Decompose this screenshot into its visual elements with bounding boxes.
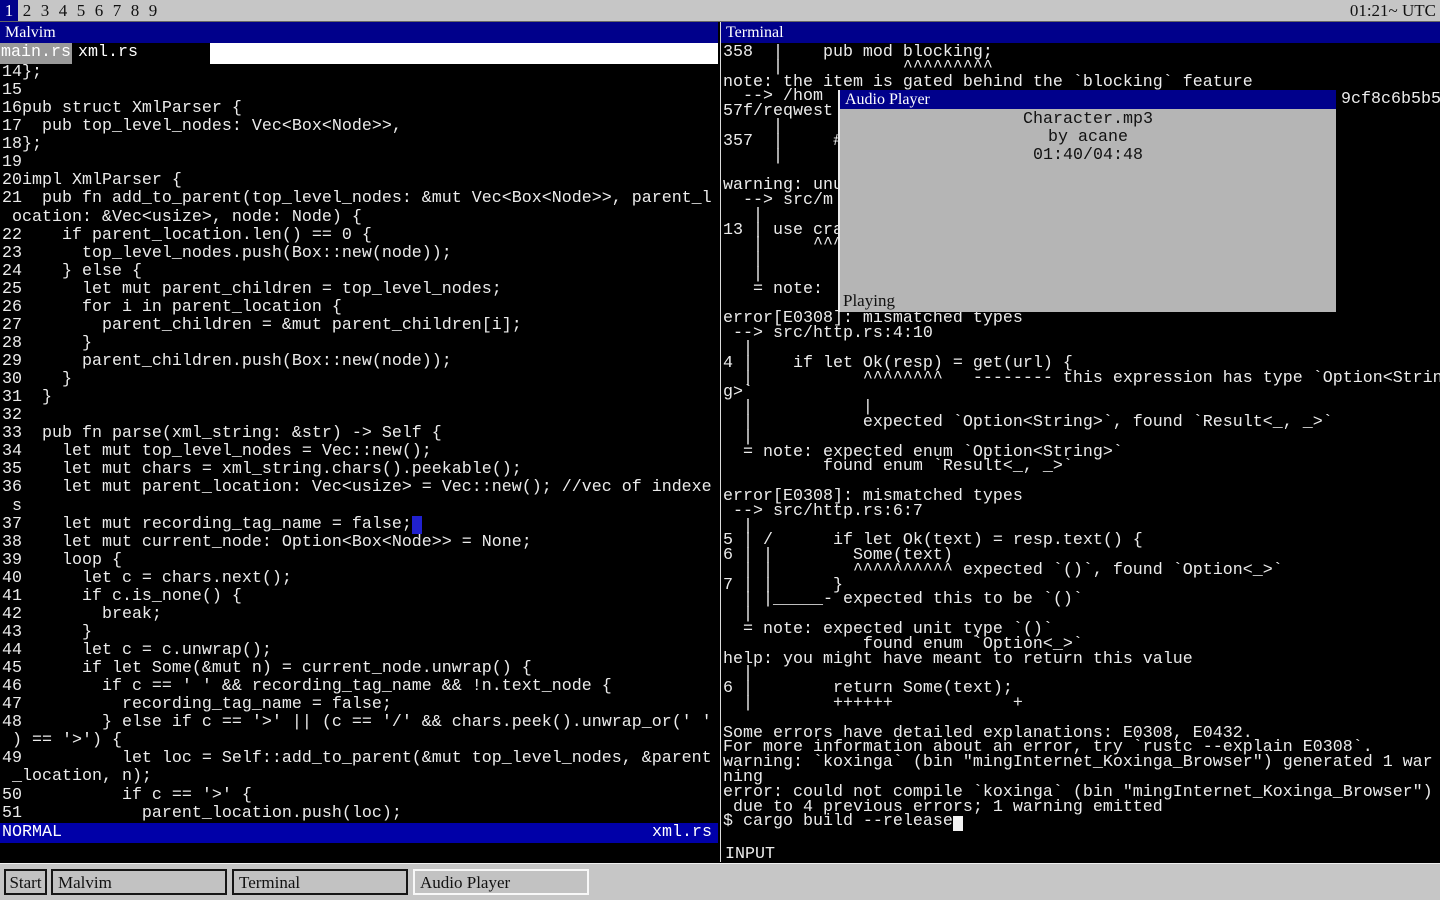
audio-player-titlebar[interactable]: Audio Player [840,90,1336,109]
track-title: Character.mp3 [840,111,1336,129]
taskbar-button-audio-player[interactable]: Audio Player [413,869,589,895]
workspace-5[interactable]: 5 [72,0,90,21]
track-time: 01:40/04:48 [840,147,1336,165]
editor-cursor [412,516,422,534]
audio-player-body: Character.mp3 by acane 01:40/04:48 Playi… [840,109,1336,312]
workspace-1[interactable]: 1 [0,0,18,21]
terminal-status: INPUT [725,845,775,864]
workspace-4[interactable]: 4 [54,0,72,21]
path-hash-fragment: 9cf8c6b5b5 [1341,90,1440,109]
clock: 01:21~ UTC [1350,0,1436,21]
terminal-cursor [953,816,963,831]
malvim-titlebar[interactable]: Malvim [0,22,718,43]
workspace-6[interactable]: 6 [90,0,108,21]
desktop: 123456789 01:21~ UTC Malvim main.rsxml.r… [0,0,1440,900]
editor-buffer[interactable]: 14}; 15 16pub struct XmlParser { 17 pub … [2,64,712,823]
audio-player-window: Audio Player Character.mp3 by acane 01:4… [838,90,1336,312]
taskbar-button-terminal[interactable]: Terminal [232,869,408,895]
task-button-list: MalvimTerminalAudio Player [51,869,594,895]
vim-filename: xml.rs [652,823,712,843]
tab-main.rs[interactable]: main.rs [0,43,72,64]
workspace-3[interactable]: 3 [36,0,54,21]
vim-cmdline [0,843,718,862]
workspace-2[interactable]: 2 [18,0,36,21]
playback-status: Playing [843,291,895,311]
workspace-7[interactable]: 7 [108,0,126,21]
tab-list: main.rsxml.rs [0,43,210,64]
taskbar-button-malvim[interactable]: Malvim [51,869,227,895]
tab-xml.rs[interactable]: xml.rs [77,43,139,64]
track-info: Character.mp3 by acane 01:40/04:48 [840,111,1336,165]
workspace-bar: 123456789 01:21~ UTC [0,0,1440,22]
track-artist: by acane [840,129,1336,147]
terminal-titlebar[interactable]: Terminal [721,22,1440,43]
workspace-8[interactable]: 8 [126,0,144,21]
taskbar: Start MalvimTerminalAudio Player [0,863,1440,900]
workspace-list: 123456789 [0,0,162,21]
start-button[interactable]: Start [4,869,47,895]
workspace-9[interactable]: 9 [144,0,162,21]
vim-mode: NORMAL [2,823,62,843]
vim-statusline: NORMAL xml.rs [0,823,718,843]
malvim-window: Malvim main.rsxml.rs 14}; 15 16pub struc… [0,22,718,862]
tabline: main.rsxml.rs [0,43,718,64]
